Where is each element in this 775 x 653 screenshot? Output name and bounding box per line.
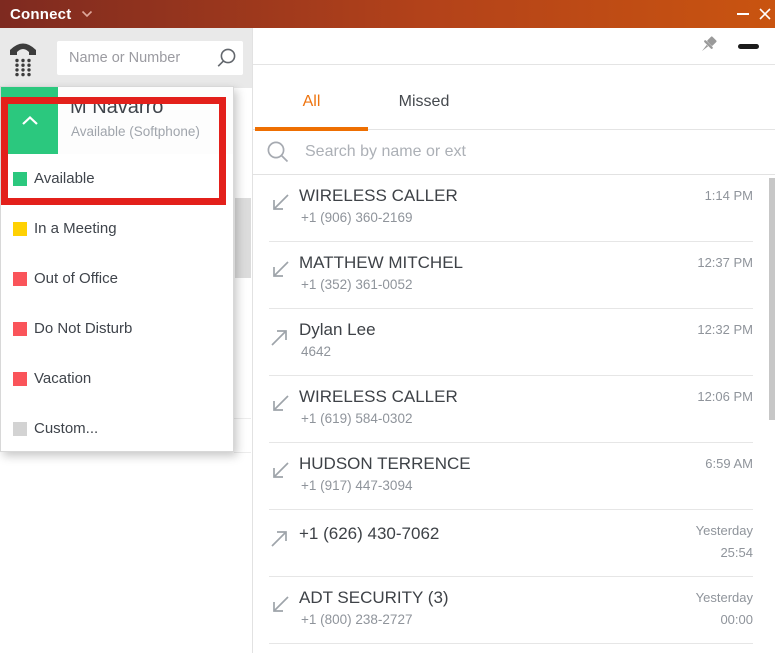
status-color-swatch <box>13 172 27 186</box>
chevron-down-icon <box>82 10 93 18</box>
status-option-available[interactable]: Available <box>1 154 233 204</box>
call-row[interactable]: Dylan Lee 4642 12:32 PM <box>253 309 775 376</box>
recents-search-row <box>253 130 775 175</box>
caller-number: +1 (917) 447-3094 <box>301 478 413 493</box>
minimize-icon <box>737 13 749 15</box>
caller-number: 4642 <box>301 344 332 359</box>
call-time: 12:37 PM <box>697 255 753 270</box>
dial-input-box <box>57 41 243 75</box>
call-time: 12:06 PM <box>697 389 753 404</box>
divider <box>234 418 251 419</box>
status-option-label: Custom... <box>34 420 99 437</box>
tab-all[interactable]: All <box>255 65 368 131</box>
left-scrollbar-thumb[interactable] <box>235 198 251 278</box>
connect-app-window: Connect Name or Number All Missed Search… <box>0 0 775 653</box>
call-duration: 00:00 <box>720 612 753 627</box>
availability-avatar <box>1 87 58 154</box>
caller-name: WIRELESS CALLER <box>299 186 458 205</box>
recent-calls-panel: All Missed WIRELESS CALLER +1 <box>252 28 775 653</box>
call-time: 12:32 PM <box>697 322 753 337</box>
caller-number: +1 (800) 238-2727 <box>301 612 413 627</box>
status-option-label: Available <box>34 170 95 187</box>
close-icon <box>759 8 771 20</box>
status-option-label: Do Not Disturb <box>34 320 133 337</box>
tab-all-label: All <box>302 93 321 110</box>
call-row[interactable]: WIRELESS CALLER +1 (906) 360-2169 1:14 P… <box>253 175 775 242</box>
user-status-detail: Available (Softphone) <box>71 124 200 139</box>
status-option-label: Vacation <box>34 370 92 387</box>
incoming-call-icon <box>273 194 289 210</box>
call-row[interactable]: WIRELESS CALLER +1 (619) 584-0302 12:06 … <box>253 376 775 443</box>
chevron-up-icon <box>21 115 38 125</box>
caller-name: HUDSON TERRENCE <box>299 454 471 473</box>
status-color-swatch <box>13 272 27 286</box>
status-color-swatch <box>13 422 27 436</box>
status-toggle-button[interactable]: M Navarro Available (Softphone) <box>1 87 233 154</box>
app-title: Connect <box>10 5 72 23</box>
search-icon <box>217 48 236 67</box>
caller-number: +1 (352) 361-0052 <box>301 277 413 292</box>
status-menu: Available In a Meeting Out of Office Do … <box>1 154 233 454</box>
phone-keypad-icon <box>10 43 36 77</box>
call-row[interactable]: +1 (626) 430-7062 Yesterday 25:54 <box>253 510 775 577</box>
call-row[interactable]: MATTHEW MITCHEL +1 (352) 361-0052 12:37 … <box>253 242 775 309</box>
outgoing-call-icon <box>271 531 287 547</box>
dialpad-button[interactable] <box>8 41 38 77</box>
tab-missed[interactable]: Missed <box>368 65 480 130</box>
status-dropdown: M Navarro Available (Softphone) Availabl… <box>0 86 234 452</box>
pin-button[interactable] <box>698 35 720 59</box>
status-option-out-of-office[interactable]: Out of Office <box>1 254 233 304</box>
status-option-custom[interactable]: Custom... <box>1 404 233 454</box>
search-icon <box>267 141 289 163</box>
status-option-label: In a Meeting <box>34 220 117 237</box>
incoming-call-icon <box>273 596 289 612</box>
app-menu-button[interactable]: Connect <box>0 0 101 28</box>
call-time: 6:59 AM <box>705 456 753 471</box>
close-button[interactable] <box>755 0 775 28</box>
caller-name: ADT SECURITY (3) <box>299 588 449 607</box>
caller-name: Dylan Lee <box>299 320 376 339</box>
outgoing-call-icon <box>271 330 287 346</box>
tab-missed-label: Missed <box>398 93 450 110</box>
collapse-panel-button[interactable] <box>738 44 759 50</box>
status-color-swatch <box>13 322 27 336</box>
caller-number: +1 (619) 584-0302 <box>301 411 413 426</box>
caller-name: +1 (626) 430-7062 <box>299 524 440 543</box>
caller-name: MATTHEW MITCHEL <box>299 253 464 272</box>
call-history-list: WIRELESS CALLER +1 (906) 360-2169 1:14 P… <box>253 175 775 653</box>
caller-name: WIRELESS CALLER <box>299 387 458 406</box>
status-color-swatch <box>13 222 27 236</box>
dialer-toolbar <box>0 28 252 88</box>
status-option-in-a-meeting[interactable]: In a Meeting <box>1 204 233 254</box>
incoming-call-icon <box>273 395 289 411</box>
status-color-swatch <box>13 372 27 386</box>
recents-search-input[interactable] <box>305 130 745 174</box>
call-time: Yesterday <box>695 523 753 538</box>
call-duration: 25:54 <box>720 545 753 560</box>
user-name: M Navarro <box>70 96 164 118</box>
title-bar: Connect <box>0 0 775 28</box>
call-row[interactable]: HUDSON TERRENCE +1 (917) 447-3094 6:59 A… <box>253 443 775 510</box>
divider <box>234 452 251 453</box>
caller-number: +1 (906) 360-2169 <box>301 210 413 225</box>
call-time: Yesterday <box>695 590 753 605</box>
pin-icon <box>701 36 717 52</box>
incoming-call-icon <box>273 261 289 277</box>
recents-tabs: All Missed <box>253 65 775 131</box>
panel-header <box>253 28 775 65</box>
dial-input[interactable] <box>57 41 217 75</box>
right-scrollbar-thumb[interactable] <box>769 178 775 420</box>
status-option-vacation[interactable]: Vacation <box>1 354 233 404</box>
call-row[interactable]: ADT SECURITY (3) +1 (800) 238-2727 Yeste… <box>253 577 775 644</box>
collapse-dash-icon <box>738 44 759 49</box>
status-option-do-not-disturb[interactable]: Do Not Disturb <box>1 304 233 354</box>
incoming-call-icon <box>273 462 289 478</box>
minimize-button[interactable] <box>731 0 755 28</box>
status-option-label: Out of Office <box>34 270 118 287</box>
call-time: 1:14 PM <box>704 188 753 203</box>
